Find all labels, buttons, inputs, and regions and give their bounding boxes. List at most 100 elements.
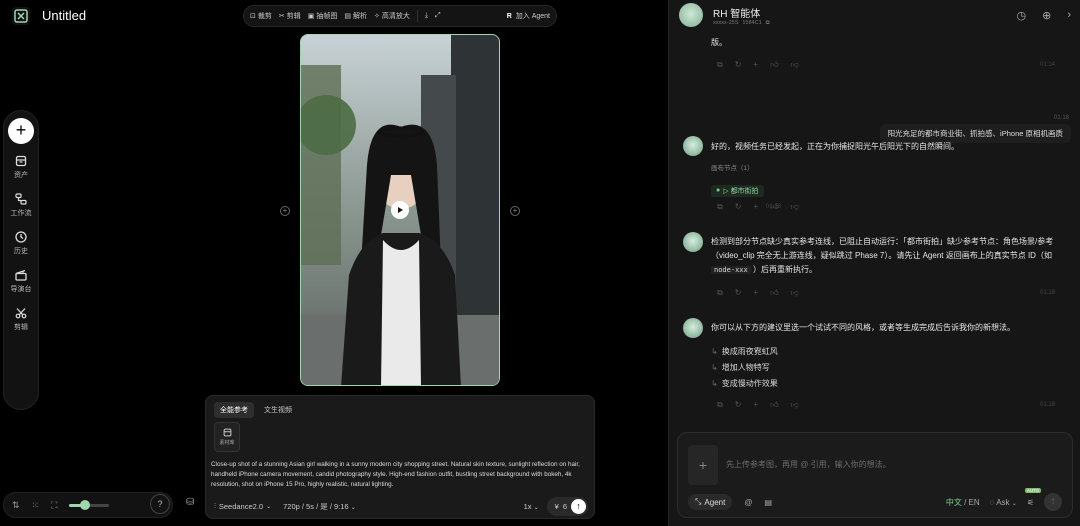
add-icon[interactable]: + [753, 400, 758, 410]
retry-icon[interactable]: ↻ [735, 400, 742, 410]
page-title[interactable]: Untitled [42, 8, 86, 23]
message-actions: ⧉ ↻ + 👍︎ 👎︎ [717, 288, 799, 298]
add-to-agent-button[interactable]: R 加入 Agent [507, 11, 550, 21]
chat-input[interactable]: 先上传参考图，再用 @ 引用，输入你的想法。 [726, 459, 891, 470]
prompt-textarea[interactable]: Close-up shot of a stunning Asian girl w… [211, 460, 591, 490]
avatar [683, 318, 703, 338]
add-node-button[interactable]: + [8, 118, 34, 144]
corner-arrow-icon: ↳ [711, 363, 718, 372]
chevron-down-icon: ⌄ [266, 503, 272, 510]
grid-icon[interactable]: ⁙ [32, 500, 40, 511]
copy-icon[interactable]: ⧉ [717, 60, 723, 70]
fit-view-icon[interactable]: ⛶ [51, 500, 57, 511]
play-button[interactable] [391, 201, 409, 219]
model-select[interactable]: ⫶ Seedance2.0 ⌄ [214, 501, 271, 511]
copy-icon[interactable]: ⧉ [717, 288, 723, 298]
agent-meta-a: xxxxx-25S [713, 20, 739, 26]
zoom-slider[interactable] [69, 500, 110, 510]
node-chip[interactable]: ● ▷ 都市街拍 [711, 179, 764, 197]
toolbar-frames[interactable]: ▣ 抽帧图 [308, 11, 338, 21]
send-button[interactable]: ↑ [1044, 493, 1062, 511]
thumbs-down-icon[interactable]: 👎︎ [790, 202, 798, 212]
send-arrow-icon: ↑ [571, 498, 586, 514]
agent-header: RH 智能体 xxxxx-25S 1584C1 ⧉ ◷ ⊕ › [669, 0, 1080, 36]
history-icon[interactable]: ◷ [1017, 9, 1027, 22]
fullscreen-button[interactable]: ⤢ [435, 12, 441, 20]
connect-right-handle[interactable]: + [510, 206, 520, 216]
document-icon: ▤ [344, 13, 351, 20]
rail-item-workflow[interactable]: 工作流 [11, 193, 32, 218]
rail-item-history[interactable]: 历史 [14, 231, 28, 256]
clapperboard-icon [15, 269, 27, 281]
add-icon[interactable]: + [753, 60, 758, 70]
generate-button[interactable]: ¥ 6 ↑ [546, 496, 588, 516]
thumbs-up-icon[interactable]: 👍︎ [770, 288, 778, 298]
copy-icon[interactable]: ⧉ [717, 202, 723, 212]
canvas-area[interactable]: Untitled ⊡ 裁剪 ✂ 剪辑 ▣ 抽帧图 ▤ 解析 ✧ 高清放大 ⤓ ⤢ R 加入… [0, 0, 668, 526]
toolbar-crop[interactable]: ⊡ 裁剪 [250, 11, 272, 21]
app-logo [12, 7, 30, 25]
message-text: 好的，视频任务已经发起，正在为你捕捉阳光午后阳光下的自然瞬间。 [711, 142, 959, 151]
toolbar-label: 抽帧图 [316, 13, 338, 20]
sparkle-icon: ✧ [374, 13, 380, 20]
new-chat-icon[interactable]: ⊕ [1042, 9, 1051, 22]
layout-icon[interactable]: ⇅ [12, 500, 20, 511]
document-icon[interactable]: ▤ [764, 498, 772, 507]
toolbar-upscale[interactable]: ✧ 高清放大 [374, 11, 410, 21]
inline-code: node-xxx [711, 266, 751, 274]
mention-icon[interactable]: @ [744, 498, 752, 507]
upload-reference-button[interactable]: + [688, 445, 718, 485]
header-actions: ◷ ⊕ › [1017, 9, 1072, 22]
thumbs-up-icon[interactable]: 👍︎ [770, 400, 778, 410]
thumbs-down-icon[interactable]: 👎︎ [790, 288, 798, 298]
toolbar-parse[interactable]: ▤ 解析 [344, 11, 367, 21]
copy-icon[interactable]: ⧉ [766, 20, 770, 27]
count-select[interactable]: 1x ⌄ [524, 502, 539, 511]
suggestion-item[interactable]: ↳ 增加人物特写 [711, 360, 778, 376]
rail-item-edit[interactable]: 剪辑 [14, 307, 28, 332]
ask-mode-select[interactable]: ◌ Ask ⌄ [990, 498, 1017, 507]
add-icon[interactable]: + [753, 202, 758, 212]
download-button[interactable]: ⤓ [425, 12, 428, 20]
toolbar-cut[interactable]: ✂ 剪辑 [279, 11, 301, 21]
message-text: 你可以从下方的建议里选一个试试不同的风格，或者等生成完成后告诉我你的新想法。 [711, 323, 1015, 332]
chevron-right-icon[interactable]: › [1067, 9, 1071, 22]
archive-icon [15, 155, 27, 167]
node-chip-label: ▷ 都市街拍 [723, 187, 759, 195]
message-actions: ⧉ ↻ + 👍︎ 👎︎ [717, 202, 799, 212]
message-list[interactable]: 版。 ⧉ ↻ + 👍︎ 👎︎ 01:14 阳光充足的都市商业街、抓拍感、iPhone 原… [669, 36, 1080, 430]
settings-button[interactable]: AUTO ⚟ [1024, 487, 1042, 507]
message-actions: ⧉ ↻ + 👍︎ 👎︎ [717, 60, 799, 70]
retry-icon[interactable]: ↻ [735, 288, 742, 298]
thumbs-up-icon[interactable]: 👍︎ [770, 60, 778, 70]
download-icon: ⤓ [424, 12, 428, 19]
output-controls: 1x ⌄ ¥ 6 ↑ [524, 496, 588, 516]
material-library-button[interactable]: 素材库 [214, 422, 240, 452]
copy-icon[interactable]: ⧉ [717, 400, 723, 410]
rail-item-director[interactable]: 导演台 [11, 269, 32, 294]
lang-en: EN [968, 497, 980, 507]
add-icon[interactable]: + [753, 288, 758, 298]
retry-icon[interactable]: ↻ [735, 202, 742, 212]
tab-full-reference[interactable]: 全能参考 [214, 402, 254, 418]
spec-select[interactable]: 720p / 5s / 是 / 9:16 ⌄ [283, 501, 356, 512]
suggestion-item[interactable]: ↳ 换成雨夜霓虹风 [711, 344, 778, 360]
zoom-slider-knob[interactable] [80, 500, 91, 510]
language-toggle[interactable]: 中文 / EN [946, 497, 980, 508]
node-toolbar: ⊡ 裁剪 ✂ 剪辑 ▣ 抽帧图 ▤ 解析 ✧ 高清放大 ⤓ ⤢ R 加入 Agent [243, 5, 557, 27]
rail-label: 工作流 [10, 210, 32, 217]
agent-meta-b: 1584C1 [742, 20, 762, 26]
rail-item-assets[interactable]: 资产 [14, 155, 28, 180]
agent-mode-button[interactable]: ⤡ Agent [688, 494, 733, 510]
help-button[interactable]: ? [150, 494, 170, 514]
suggestion-item[interactable]: ↳ 变成慢动作效果 [711, 376, 778, 392]
thumbs-down-icon[interactable]: 👎︎ [790, 400, 798, 410]
toolbar-label: 高清放大 [381, 13, 410, 20]
retry-icon[interactable]: ↻ [735, 60, 742, 70]
connect-left-handle[interactable]: + [280, 206, 290, 216]
tab-text-to-video[interactable]: 文生视频 [258, 402, 298, 418]
corner-arrow-icon: ↳ [711, 379, 718, 388]
left-rail: + 资产 工作流 历史 导演台 剪辑 [3, 110, 39, 410]
thumbs-down-icon[interactable]: 👎︎ [790, 60, 798, 70]
database-icon[interactable]: ⛁ [186, 497, 194, 508]
